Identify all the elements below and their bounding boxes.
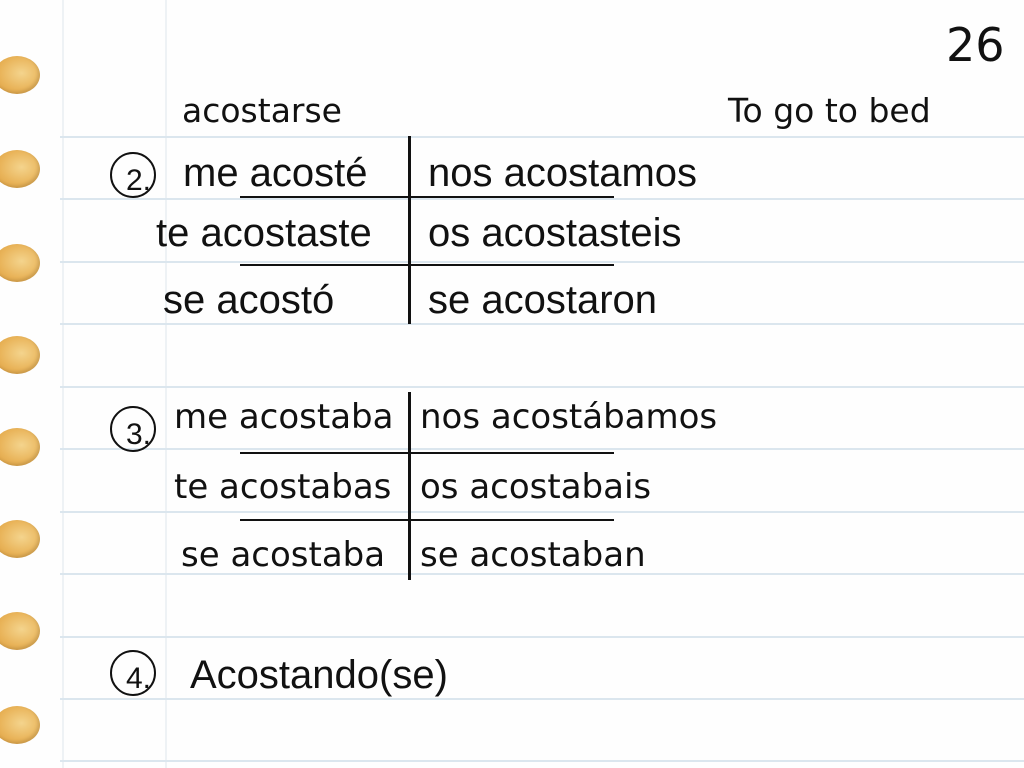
conjugation-cell: me acosté xyxy=(183,151,368,195)
conjugation-cell: se acostaron xyxy=(428,278,658,322)
ruled-line xyxy=(60,698,1024,700)
table-horizontal-divider xyxy=(240,452,614,454)
ruled-line xyxy=(60,198,1024,200)
margin-line xyxy=(165,0,167,768)
slide-number: 26 xyxy=(946,18,1005,72)
ruled-line xyxy=(60,760,1024,762)
ruled-line xyxy=(60,261,1024,263)
conjugation-cell: te acostabas xyxy=(174,467,392,507)
gerund-form: Acostando(se) xyxy=(190,653,448,697)
section-number: 4. xyxy=(126,662,152,695)
binder-hole xyxy=(0,150,40,188)
binder-hole xyxy=(0,56,40,94)
ruled-line xyxy=(60,636,1024,638)
section-number: 2. xyxy=(126,164,152,197)
table-horizontal-divider xyxy=(240,519,614,521)
ruled-line xyxy=(60,448,1024,450)
verb-translation: To go to bed xyxy=(728,91,931,130)
section-number: 3. xyxy=(126,418,152,451)
margin-line xyxy=(62,0,64,768)
notebook-page: 26 acostarse To go to bed 2. me acosté n… xyxy=(0,0,1024,768)
table-horizontal-divider xyxy=(240,264,614,266)
binder-hole xyxy=(0,520,40,558)
binder-hole xyxy=(0,612,40,650)
conjugation-cell: se acostó xyxy=(163,278,335,322)
ruled-line xyxy=(60,386,1024,388)
conjugation-cell: nos acostábamos xyxy=(420,397,718,437)
conjugation-cell: se acostaba xyxy=(181,535,386,575)
conjugation-cell: te acostaste xyxy=(156,211,372,255)
binder-hole xyxy=(0,428,40,466)
binder-hole xyxy=(0,336,40,374)
conjugation-cell: nos acostamos xyxy=(428,151,698,195)
table-vertical-divider xyxy=(408,392,411,580)
conjugation-cell: os acostabais xyxy=(420,467,652,507)
binder-hole xyxy=(0,244,40,282)
binder-hole xyxy=(0,706,40,744)
verb-infinitive: acostarse xyxy=(182,91,342,130)
ruled-line xyxy=(60,136,1024,138)
conjugation-cell: se acostaban xyxy=(420,535,646,575)
ruled-line xyxy=(60,511,1024,513)
table-horizontal-divider xyxy=(240,196,614,198)
conjugation-cell: me acostaba xyxy=(174,397,394,437)
table-vertical-divider xyxy=(408,136,411,324)
conjugation-cell: os acostasteis xyxy=(428,211,682,255)
ruled-line xyxy=(60,323,1024,325)
